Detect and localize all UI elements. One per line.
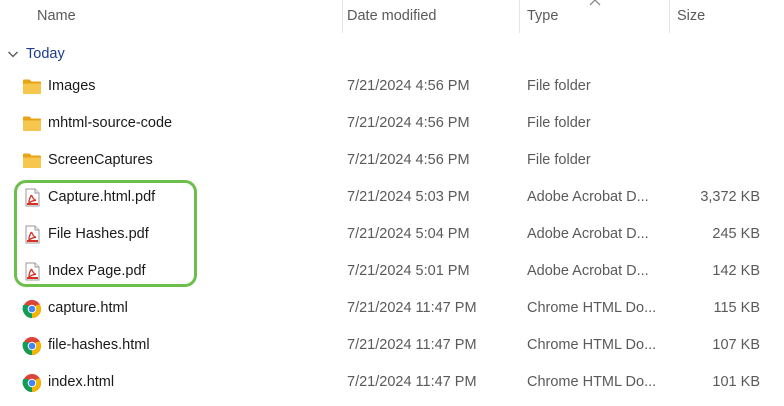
file-type: File folder (527, 152, 591, 168)
chrome-icon (22, 336, 42, 355)
file-size (676, 105, 760, 142)
file-type: Chrome HTML Do... (527, 337, 657, 353)
file-date-modified: 7/21/2024 11:47 PM (347, 300, 477, 316)
file-date-modified: 7/21/2024 11:47 PM (347, 374, 477, 390)
file-size: 107 KB (712, 337, 760, 353)
file-name: mhtml-source-code (48, 115, 173, 131)
file-date-modified: 7/21/2024 5:01 PM (347, 263, 470, 279)
column-header-size[interactable]: Size (667, 0, 784, 33)
chevron-down-icon[interactable] (7, 49, 19, 59)
file-name: Capture.html.pdf (48, 189, 156, 205)
folder-icon (22, 77, 42, 96)
file-row[interactable]: File Hashes.pdf 7/21/2024 5:04 PM Adobe Ac… (0, 216, 784, 253)
file-name: index.html (48, 374, 115, 390)
file-size: 3,372 KB (700, 189, 760, 205)
file-date-modified: 7/21/2024 5:04 PM (347, 226, 470, 242)
pdf-icon (22, 225, 42, 244)
file-name: file-hashes.html (48, 337, 150, 353)
pdf-icon (22, 262, 42, 281)
file-type: File folder (527, 78, 591, 94)
file-name: ScreenCaptures (48, 152, 153, 168)
group-header-today[interactable]: Today (0, 40, 784, 68)
file-name: File Hashes.pdf (48, 226, 149, 242)
file-type: Chrome HTML Do... (527, 300, 657, 316)
folder-icon (22, 151, 42, 170)
file-type: File folder (527, 115, 591, 131)
file-date-modified: 7/21/2024 4:56 PM (347, 115, 470, 131)
file-date-modified: 7/21/2024 5:03 PM (347, 189, 470, 205)
file-type: Adobe Acrobat D... (527, 226, 649, 242)
file-row[interactable]: ScreenCaptures 7/21/2024 4:56 PM File fold… (0, 142, 784, 179)
file-date-modified: 7/21/2024 4:56 PM (347, 152, 470, 168)
file-name: Index Page.pdf (48, 263, 146, 279)
file-type: Adobe Acrobat D... (527, 189, 649, 205)
file-row[interactable]: file-hashes.html 7/21/2024 11:47 PM Chrome… (0, 327, 784, 364)
file-size: 245 KB (712, 226, 760, 242)
file-row[interactable]: mhtml-source-code 7/21/2024 4:56 PM File f… (0, 105, 784, 142)
file-row[interactable]: Index Page.pdf 7/21/2024 5:01 PM Adobe Acr… (0, 253, 784, 290)
file-type: Adobe Acrobat D... (527, 263, 649, 279)
pdf-icon (22, 188, 42, 207)
folder-icon (22, 114, 42, 133)
column-header-row: Name Date modified Type Size (0, 0, 784, 33)
file-size: 101 KB (712, 374, 760, 390)
file-size (676, 142, 760, 179)
file-date-modified: 7/21/2024 11:47 PM (347, 337, 477, 353)
file-name: capture.html (48, 300, 128, 316)
file-name: Images (48, 78, 96, 94)
file-explorer-view: Name Date modified Type Size Today Image… (0, 0, 784, 406)
chrome-icon (22, 299, 42, 318)
column-header-date-modified[interactable]: Date modified (337, 0, 520, 33)
file-row[interactable]: Images 7/21/2024 4:56 PM File folder (0, 68, 784, 105)
file-size: 115 KB (713, 300, 761, 316)
file-row[interactable]: index.html 7/21/2024 11:47 PM Chrome HTML … (0, 364, 784, 401)
file-row[interactable]: Capture.html.pdf 7/21/2024 5:03 PM Adobe A… (0, 179, 784, 216)
file-date-modified: 7/21/2024 4:56 PM (347, 78, 470, 94)
file-list: Images 7/21/2024 4:56 PM File folder mhtml-… (0, 68, 784, 401)
file-row[interactable]: capture.html 7/21/2024 11:47 PM Chrome HTM… (0, 290, 784, 327)
file-size: 142 KB (712, 263, 760, 279)
column-header-name[interactable]: Name (27, 0, 343, 33)
file-type: Chrome HTML Do... (527, 374, 657, 390)
file-size (676, 68, 760, 105)
sort-ascending-icon (589, 0, 601, 6)
group-label: Today (26, 46, 65, 62)
chrome-icon (22, 373, 42, 392)
